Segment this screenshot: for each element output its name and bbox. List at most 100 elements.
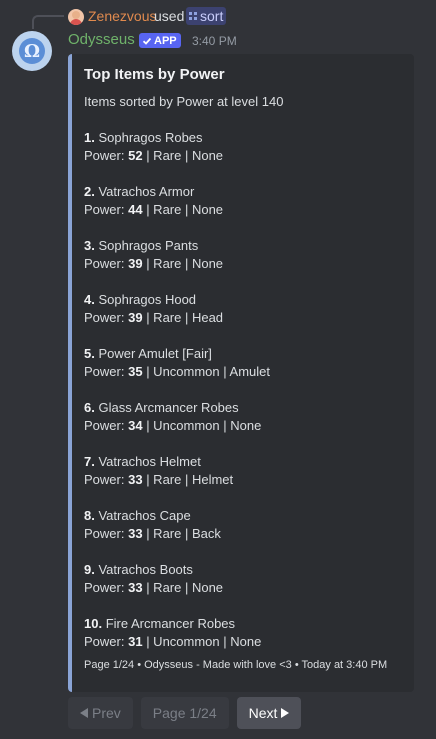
item-name-line: 9. Vatrachos Boots bbox=[84, 561, 398, 579]
avatar[interactable]: Ω bbox=[12, 31, 52, 71]
item-rarity-slot: | Uncommon | None bbox=[146, 418, 262, 433]
list-item: 7. Vatrachos Helmet Power: 33 | Rare | He… bbox=[84, 453, 398, 489]
item-list: 1. Sophragos Robes Power: 52 | Rare | Non… bbox=[84, 129, 398, 651]
item-name: Vatrachos Cape bbox=[98, 508, 191, 523]
reply-used-text: used bbox=[154, 8, 185, 24]
item-power-label: Power: bbox=[84, 148, 125, 163]
item-name: Power Amulet [Fair] bbox=[98, 346, 212, 361]
arrow-right-icon bbox=[281, 708, 290, 718]
item-rank: 4. bbox=[84, 292, 95, 307]
item-power-value: 33 bbox=[128, 526, 143, 541]
item-name-line: 4. Sophragos Hood bbox=[84, 291, 398, 309]
item-rank: 8. bbox=[84, 508, 95, 523]
item-power-value: 39 bbox=[128, 256, 143, 271]
item-power-label: Power: bbox=[84, 580, 125, 595]
item-power-value: 52 bbox=[128, 148, 143, 163]
item-rank: 6. bbox=[84, 400, 95, 415]
next-button[interactable]: Next bbox=[236, 697, 302, 729]
item-name: Sophragos Pants bbox=[98, 238, 199, 253]
item-name: Vatrachos Boots bbox=[98, 562, 193, 577]
item-power-value: 39 bbox=[128, 310, 143, 325]
list-item: 9. Vatrachos Boots Power: 33 | Rare | Non… bbox=[84, 561, 398, 597]
command-name: sort bbox=[200, 8, 224, 24]
message-timestamp[interactable]: 3:40 PM bbox=[192, 34, 237, 48]
item-rarity-slot: | Uncommon | Amulet bbox=[146, 364, 270, 379]
page-indicator-label: Page 1/24 bbox=[152, 705, 217, 721]
item-name: Sophragos Robes bbox=[98, 130, 203, 145]
item-power-value: 33 bbox=[128, 472, 143, 487]
omega-logo-icon: Ω bbox=[19, 38, 45, 64]
slash-command-icon bbox=[189, 12, 197, 20]
item-rank: 2. bbox=[84, 184, 95, 199]
item-stats-line: Power: 39 | Rare | Head bbox=[84, 309, 398, 327]
item-stats-line: Power: 52 | Rare | None bbox=[84, 147, 398, 165]
item-rarity-slot: | Rare | Helmet bbox=[146, 472, 234, 487]
prev-button[interactable]: Prev bbox=[68, 697, 133, 729]
pagination-buttons: Prev Page 1/24 Next bbox=[68, 697, 302, 729]
item-stats-line: Power: 44 | Rare | None bbox=[84, 201, 398, 219]
app-badge: APP bbox=[139, 33, 181, 48]
item-power-label: Power: bbox=[84, 418, 125, 433]
app-badge-label: APP bbox=[154, 34, 177, 47]
prev-label: Prev bbox=[92, 705, 121, 721]
item-rarity-slot: | Uncommon | None bbox=[146, 634, 262, 649]
item-power-value: 34 bbox=[128, 418, 143, 433]
embed-footer: Page 1/24 • Odysseus - Made with love <3… bbox=[84, 659, 388, 671]
item-rarity-slot: | Rare | None bbox=[146, 148, 224, 163]
item-power-label: Power: bbox=[84, 202, 125, 217]
item-rank: 3. bbox=[84, 238, 95, 253]
list-item: 8. Vatrachos Cape Power: 33 | Rare | Back bbox=[84, 507, 398, 543]
item-power-value: 31 bbox=[128, 634, 143, 649]
reply-spine bbox=[32, 15, 64, 29]
item-rarity-slot: | Rare | Back bbox=[146, 526, 221, 541]
list-item: 3. Sophragos Pants Power: 39 | Rare | Non… bbox=[84, 237, 398, 273]
item-rank: 5. bbox=[84, 346, 95, 361]
check-icon bbox=[142, 37, 152, 45]
item-rarity-slot: | Rare | Head bbox=[146, 310, 224, 325]
item-rarity-slot: | Rare | None bbox=[146, 580, 224, 595]
item-stats-line: Power: 39 | Rare | None bbox=[84, 255, 398, 273]
item-name: Vatrachos Armor bbox=[98, 184, 195, 199]
item-power-value: 44 bbox=[128, 202, 143, 217]
item-rank: 7. bbox=[84, 454, 95, 469]
item-stats-line: Power: 35 | Uncommon | Amulet bbox=[84, 363, 398, 381]
item-stats-line: Power: 33 | Rare | Helmet bbox=[84, 471, 398, 489]
embed-subtitle: Items sorted by Power at level 140 bbox=[84, 94, 284, 109]
item-power-label: Power: bbox=[84, 310, 125, 325]
item-name-line: 8. Vatrachos Cape bbox=[84, 507, 398, 525]
page-indicator-button[interactable]: Page 1/24 bbox=[140, 697, 229, 729]
list-item: 2. Vatrachos Armor Power: 44 | Rare | Non… bbox=[84, 183, 398, 219]
item-rank: 1. bbox=[84, 130, 95, 145]
item-name: Glass Arcmancer Robes bbox=[98, 400, 239, 415]
item-name-line: 6. Glass Arcmancer Robes bbox=[84, 399, 398, 417]
item-power-label: Power: bbox=[84, 364, 125, 379]
reply-avatar[interactable] bbox=[68, 9, 84, 25]
item-power-label: Power: bbox=[84, 256, 125, 271]
list-item: 10. Fire Arcmancer Robes Power: 31 | Unco… bbox=[84, 615, 398, 651]
list-item: 4. Sophragos Hood Power: 39 | Rare | Head bbox=[84, 291, 398, 327]
item-power-label: Power: bbox=[84, 526, 125, 541]
embed-title: Top Items by Power bbox=[84, 66, 225, 83]
item-power-value: 35 bbox=[128, 364, 143, 379]
author-name[interactable]: Odysseus bbox=[68, 31, 135, 48]
reply-username[interactable]: Zenezvous bbox=[88, 8, 156, 24]
item-stats-line: Power: 33 | Rare | Back bbox=[84, 525, 398, 543]
next-label: Next bbox=[248, 705, 278, 721]
item-name-line: 10. Fire Arcmancer Robes bbox=[84, 615, 398, 633]
item-rank: 10. bbox=[84, 616, 103, 631]
embed-description: Items sorted by Power at level 140 1. So… bbox=[84, 93, 398, 651]
item-stats-line: Power: 31 | Uncommon | None bbox=[84, 633, 398, 651]
item-stats-line: Power: 34 | Uncommon | None bbox=[84, 417, 398, 435]
arrow-left-icon bbox=[80, 708, 88, 718]
command-chip[interactable]: sort bbox=[186, 7, 227, 25]
item-name-line: 3. Sophragos Pants bbox=[84, 237, 398, 255]
embed: Top Items by Power Items sorted by Power… bbox=[68, 54, 414, 692]
list-item: 1. Sophragos Robes Power: 52 | Rare | Non… bbox=[84, 129, 398, 165]
item-rarity-slot: | Rare | None bbox=[146, 202, 224, 217]
item-name-line: 7. Vatrachos Helmet bbox=[84, 453, 398, 471]
item-power-label: Power: bbox=[84, 472, 125, 487]
item-rarity-slot: | Rare | None bbox=[146, 256, 224, 271]
list-item: 5. Power Amulet [Fair] Power: 35 | Uncomm… bbox=[84, 345, 398, 381]
item-name: Vatrachos Helmet bbox=[98, 454, 201, 469]
item-name: Fire Arcmancer Robes bbox=[105, 616, 236, 631]
